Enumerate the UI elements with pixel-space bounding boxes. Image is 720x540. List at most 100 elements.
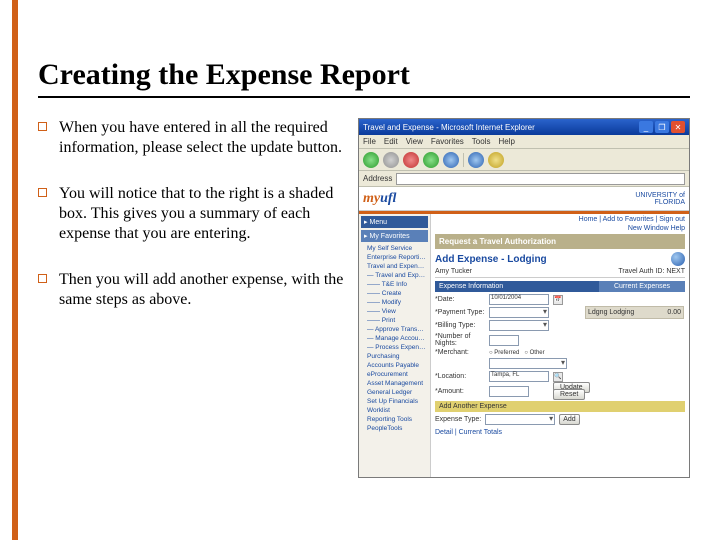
sidebar-item[interactable]: —— T&E Info <box>361 280 428 289</box>
home-icon[interactable] <box>443 152 459 168</box>
browser-title: Travel and Expense - Microsoft Internet … <box>363 123 535 132</box>
sidebar-item[interactable]: — Manage Accounting <box>361 334 428 343</box>
label-payment: *Payment Type: <box>435 309 485 316</box>
stop-icon[interactable] <box>403 152 419 168</box>
bullet-square-icon <box>38 122 47 131</box>
location-input[interactable]: Tampa, FL <box>489 371 549 382</box>
section-current-expenses: Current Expenses <box>599 281 685 292</box>
breadcrumb: Request a Travel Authorization <box>435 234 685 249</box>
label-merchant: *Merchant: <box>435 349 485 356</box>
address-input[interactable] <box>396 173 685 185</box>
sidebar-item[interactable]: —— View <box>361 307 428 316</box>
section-bar: Expense Information Current Expenses <box>435 281 685 292</box>
sidebar-header-favorites[interactable]: ▸ My Favorites <box>361 230 428 242</box>
label-expense-type: Expense Type: <box>435 416 481 423</box>
sidebar-item[interactable]: —— Create <box>361 289 428 298</box>
sidebar-item[interactable]: Set Up Financials <box>361 397 428 406</box>
page-body: ▸ Menu ▸ My Favorites My Self Service En… <box>359 214 689 477</box>
merchant-preferred-radio[interactable]: ○ Preferred <box>489 350 519 356</box>
sidebar-item[interactable]: Purchasing <box>361 352 428 361</box>
menu-view[interactable]: View <box>406 137 423 146</box>
back-icon[interactable] <box>363 152 379 168</box>
sidebar-item[interactable]: General Ledger <box>361 388 428 397</box>
date-input[interactable]: 10/01/2004 <box>489 294 549 305</box>
browser-menubar: File Edit View Favorites Tools Help <box>359 135 689 149</box>
sidebar-item[interactable]: Accounts Payable <box>361 361 428 370</box>
sidebar-item[interactable]: —— Modify <box>361 298 428 307</box>
forward-icon[interactable] <box>383 152 399 168</box>
nav-sidebar: ▸ Menu ▸ My Favorites My Self Service En… <box>359 214 431 477</box>
menu-help[interactable]: Help <box>498 137 514 146</box>
expense-type-select[interactable] <box>485 414 555 425</box>
browser-titlebar: Travel and Expense - Microsoft Internet … <box>359 119 689 135</box>
sidebar-item[interactable]: — Approve Transactions <box>361 325 428 334</box>
menu-favorites[interactable]: Favorites <box>431 137 464 146</box>
sidebar-item[interactable]: PeopleTools <box>361 424 428 433</box>
window-maximize-button[interactable]: ❐ <box>655 121 669 133</box>
sidebar-item[interactable]: Reporting Tools <box>361 415 428 424</box>
summary-type: Ldgng Lodging <box>588 309 634 316</box>
embedded-screenshot: Travel and Expense - Microsoft Internet … <box>358 118 690 478</box>
merchant-other-radio[interactable]: ○ Other <box>524 350 544 356</box>
sidebar-item[interactable]: Asset Management <box>361 379 428 388</box>
label-date: *Date: <box>435 296 485 303</box>
sidebar-item[interactable]: — Travel and Expense <box>361 271 428 280</box>
amount-input[interactable] <box>489 386 529 397</box>
add-button[interactable]: Add <box>559 414 579 425</box>
bullet-text: Then you will add another expense, with … <box>59 270 348 310</box>
new-window-link[interactable]: New Window Help <box>435 225 685 232</box>
site-logo: myufl <box>363 191 396 207</box>
label-location: *Location: <box>435 373 485 380</box>
bullet-item: You will notice that to the right is a s… <box>38 184 348 244</box>
globe-icon <box>671 252 685 266</box>
window-minimize-button[interactable]: _ <box>639 121 653 133</box>
slide-accent-bar <box>12 0 18 540</box>
add-expense-row: Expense Type: Add <box>435 414 685 425</box>
top-links[interactable]: Home | Add to Favorites | Sign out <box>435 216 685 223</box>
sidebar-item[interactable]: Worklist <box>361 406 428 415</box>
bullet-text: When you have entered in all the require… <box>59 118 348 158</box>
bullet-list: When you have entered in all the require… <box>38 118 348 478</box>
address-bar: Address <box>359 171 689 187</box>
bullet-item: Then you will add another expense, with … <box>38 270 348 310</box>
label-nights: *Number of Nights: <box>435 333 485 347</box>
section-expense-info: Expense Information <box>435 281 599 292</box>
current-expenses-summary: Ldgng Lodging 0.00 <box>585 306 684 319</box>
merchant-select[interactable] <box>489 358 567 369</box>
refresh-icon[interactable] <box>423 152 439 168</box>
billing-type-select[interactable] <box>489 320 549 331</box>
label-amount: *Amount: <box>435 388 485 395</box>
calendar-icon[interactable]: 📅 <box>553 295 563 305</box>
sidebar-item[interactable]: Travel and Expenses <box>361 262 428 271</box>
location-lookup-icon[interactable]: 🔍 <box>553 372 563 382</box>
university-label: UNIVERSITY of FLORIDA <box>635 192 685 206</box>
sidebar-item[interactable]: —— Print <box>361 316 428 325</box>
sidebar-item[interactable]: — Process Expenses <box>361 343 428 352</box>
menu-tools[interactable]: Tools <box>472 137 491 146</box>
label-billing: *Billing Type: <box>435 322 485 329</box>
search-icon[interactable] <box>468 152 484 168</box>
menu-edit[interactable]: Edit <box>384 137 398 146</box>
bullet-square-icon <box>38 274 47 283</box>
reset-button[interactable]: Reset <box>553 389 585 400</box>
content-row: When you have entered in all the require… <box>38 118 690 478</box>
window-close-button[interactable]: ✕ <box>671 121 685 133</box>
main-pane: Home | Add to Favorites | Sign out New W… <box>431 214 689 477</box>
site-header: myufl UNIVERSITY of FLORIDA <box>359 187 689 211</box>
menu-file[interactable]: File <box>363 137 376 146</box>
address-label: Address <box>363 174 392 183</box>
sidebar-header-menu[interactable]: ▸ Menu <box>361 216 428 228</box>
bullet-text: You will notice that to the right is a s… <box>59 184 348 244</box>
sidebar-item[interactable]: Enterprise Reporting <box>361 253 428 262</box>
sub-info: Amy Tucker Travel Auth ID: NEXT <box>435 268 685 278</box>
bullet-item: When you have entered in all the require… <box>38 118 348 158</box>
detail-totals-link[interactable]: Detail | Current Totals <box>435 429 685 436</box>
browser-toolbar <box>359 149 689 171</box>
nights-input[interactable] <box>489 335 519 346</box>
add-another-section: Add Another Expense <box>435 401 685 412</box>
favorites-icon[interactable] <box>488 152 504 168</box>
payment-type-select[interactable] <box>489 307 549 318</box>
sidebar-item[interactable]: My Self Service <box>361 244 428 253</box>
sidebar-item[interactable]: eProcurement <box>361 370 428 379</box>
expense-form: *Date: 10/01/2004 📅 Ldgng Lodging 0.00 *… <box>435 294 685 398</box>
